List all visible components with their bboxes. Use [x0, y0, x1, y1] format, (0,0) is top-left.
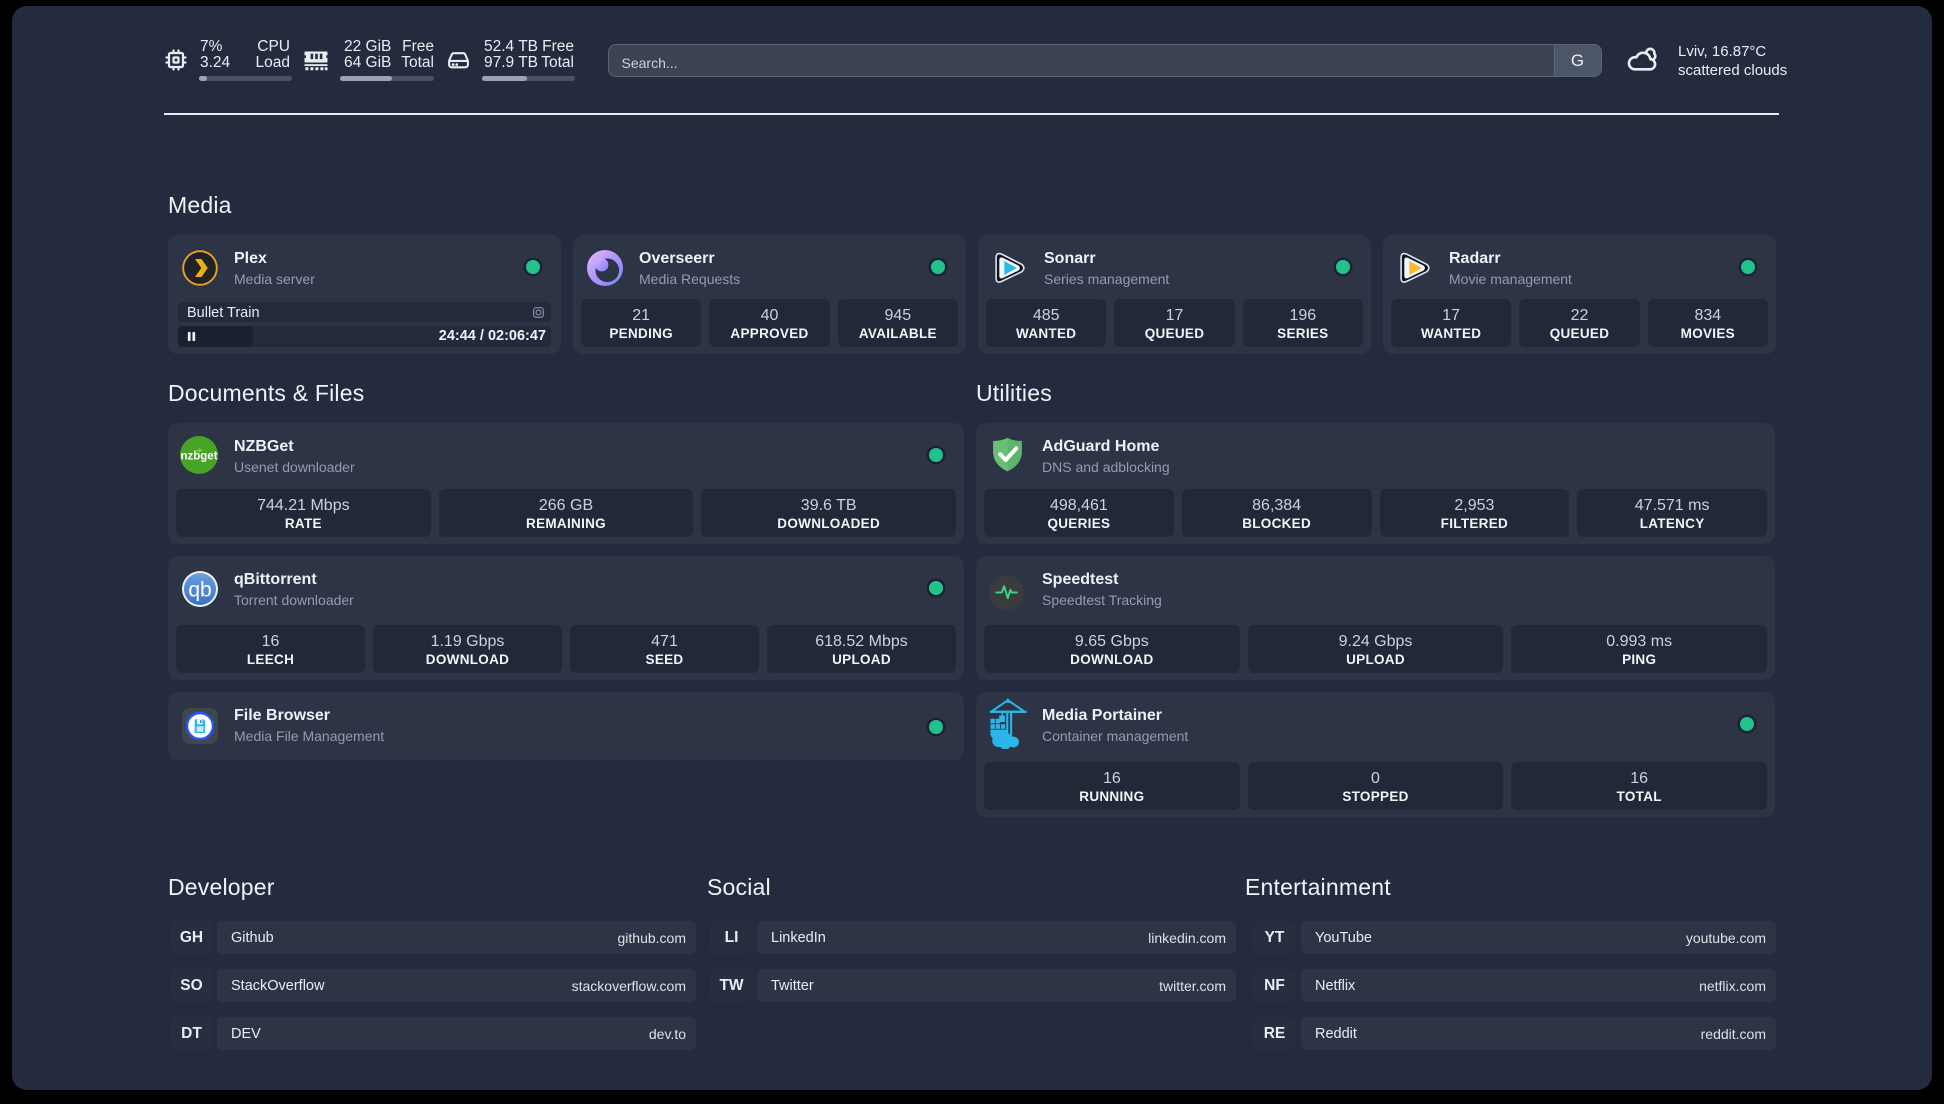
svg-text:qb: qb: [188, 579, 211, 602]
svg-text:nzbget: nzbget: [180, 451, 217, 463]
